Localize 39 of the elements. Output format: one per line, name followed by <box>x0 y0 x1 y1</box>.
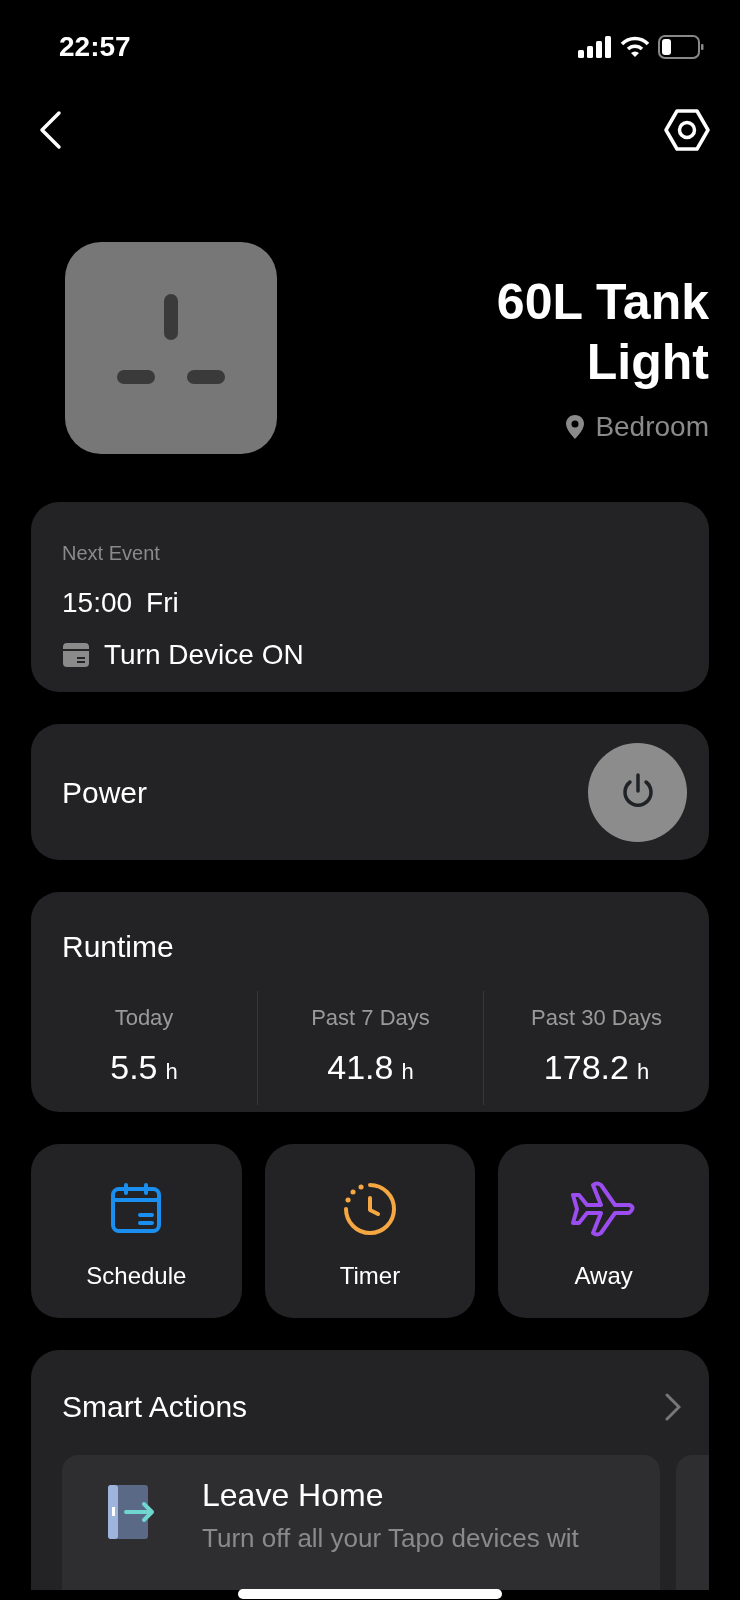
next-event-label: Next Event <box>62 541 161 566</box>
door-exit-icon <box>108 1485 156 1539</box>
event-day: Fri <box>146 582 179 624</box>
event-action: Turn Device ON <box>104 638 304 672</box>
timer-icon <box>343 1182 397 1236</box>
power-label: Power <box>62 774 148 811</box>
stat-unit: h <box>401 1058 414 1086</box>
wifi-icon <box>620 36 650 58</box>
airplane-icon <box>570 1181 637 1237</box>
stat-label: Past 30 Days <box>531 1004 662 1032</box>
calendar-icon <box>110 1183 163 1235</box>
schedule-button[interactable]: Schedule <box>31 1144 242 1318</box>
away-button[interactable]: Away <box>498 1144 709 1318</box>
stat-value: 5.5 <box>110 1047 158 1088</box>
battery-icon <box>658 35 704 59</box>
next-event-card[interactable]: Next Event 15:00 Fri Turn Device ON <box>31 502 709 692</box>
runtime-card[interactable]: Runtime Today 5.5 h Past 7 Days 41.8 h Past 30 Days 178.2 h <box>31 892 709 1112</box>
stat-unit: h <box>165 1058 178 1086</box>
smart-action-title: Leave Home <box>202 1476 385 1515</box>
stat-label: Today <box>114 1004 174 1032</box>
event-time: 15:00 <box>62 586 133 620</box>
stat-value: 178.2 <box>543 1047 629 1088</box>
stat-label: Past 7 Days <box>311 1004 430 1032</box>
stat-unit: h <box>636 1058 650 1086</box>
room-label: Bedroom <box>595 410 709 444</box>
signal-icon <box>578 36 612 58</box>
chevron-right-icon[interactable] <box>665 1392 681 1421</box>
leave-home-card[interactable]: Leave Home Turn off all your Tapo devices wit <box>62 1455 660 1590</box>
settings-button[interactable] <box>664 108 710 152</box>
timer-button[interactable]: Timer <box>264 1144 476 1318</box>
plug-icon <box>65 242 277 454</box>
schedule-icon <box>62 641 90 669</box>
stat-value: 41.8 <box>327 1047 394 1088</box>
smart-actions-title: Smart Actions <box>62 1389 248 1425</box>
runtime-title: Runtime <box>61 929 175 965</box>
smart-action-description: Turn off all your Tapo devices wit <box>202 1523 579 1553</box>
device-name: 60L Tank Light <box>495 273 709 392</box>
status-time: 22:57 <box>59 30 131 64</box>
location-pin-icon <box>565 414 586 440</box>
